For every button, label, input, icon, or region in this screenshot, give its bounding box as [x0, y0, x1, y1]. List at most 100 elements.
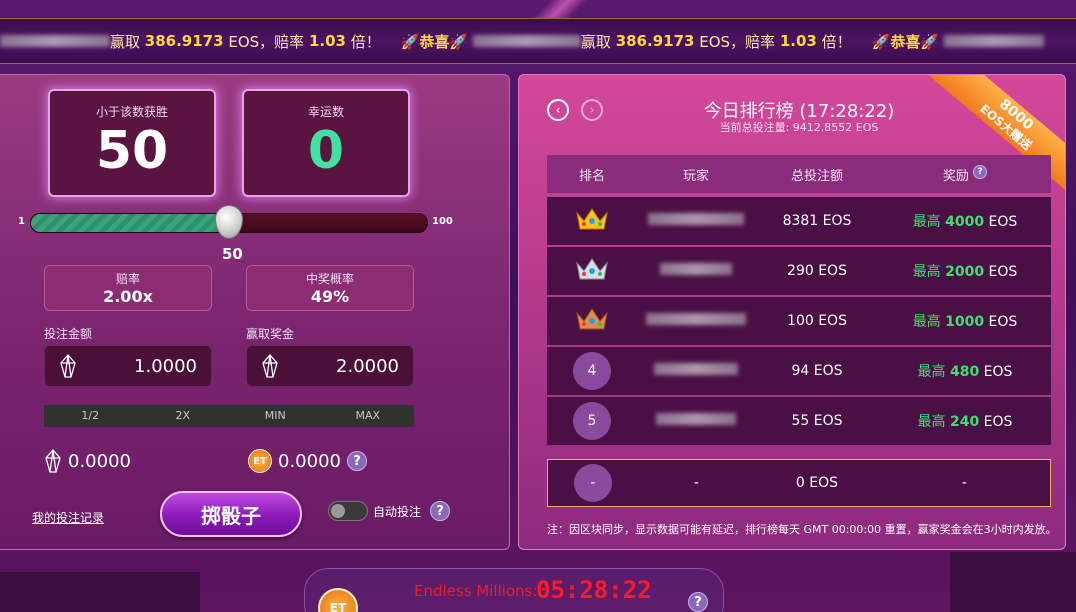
et-coin-icon: ET — [248, 449, 272, 473]
under-number-value: 50 — [95, 121, 169, 181]
player-cell — [637, 363, 755, 379]
header-reward-label: 奖励 — [942, 168, 969, 184]
bet-cell: 290 EOS — [787, 263, 847, 279]
leaderboard-panel: ‹ › 今日排行榜 (17:28:22) 当前总投注量: 9412.8552 E… — [518, 74, 1066, 550]
payout-label: 赢取奖金 — [246, 327, 295, 341]
rank-cell — [547, 305, 637, 337]
eos-icon — [60, 354, 76, 378]
under-number-label: 小于该数获胜 — [95, 105, 168, 119]
my-bet: 0 EOS — [795, 475, 838, 491]
reward-amount: 240 — [950, 414, 980, 430]
ticker-win-label: 赢取 — [110, 32, 141, 51]
gold-crown-icon — [576, 208, 608, 230]
blurred-username — [943, 35, 1044, 47]
help-icon[interactable]: ? — [688, 592, 708, 612]
odds-label: 赔率 — [115, 272, 140, 286]
reward-prefix: 最高 — [912, 314, 946, 330]
my-bets-link[interactable]: 我的投注记录 — [32, 509, 104, 526]
ticker-congrats: 🚀恭喜🚀 — [871, 32, 939, 51]
player-cell — [637, 413, 755, 429]
odds-box: 赔率 2.00x — [44, 265, 212, 311]
et-balance-value: 0.0000 — [278, 450, 341, 472]
reward-unit: EOS — [979, 364, 1013, 380]
win-rate-value: 49% — [310, 287, 350, 306]
header-reward: 奖励 ? — [879, 164, 1051, 184]
ticker-item: 🚀恭喜🚀 — [872, 31, 1044, 52]
ticker-suffix: 倍！ — [821, 32, 852, 51]
double-button[interactable]: 2X — [137, 405, 230, 427]
under-number-box: 小于该数获胜 50 — [48, 89, 216, 197]
table-row: 5 55 EOS 最高 240 EOS — [547, 397, 1051, 445]
reward-prefix: 最高 — [917, 364, 950, 380]
win-ticker: 赢取 386.9173 EOS，赔率 1.03 倍！ 🚀恭喜🚀 赢取 386.9… — [0, 18, 1076, 64]
help-icon[interactable]: ? — [346, 451, 367, 471]
blurred-player-name — [648, 213, 744, 225]
bronze-crown-icon — [576, 308, 608, 330]
bet-amount-input[interactable]: 1.0000 — [44, 345, 212, 387]
blurred-username — [0, 35, 110, 47]
ticker-congrats: 🚀恭喜🚀 — [400, 32, 469, 51]
bet-amount-value: 1.0000 — [134, 355, 197, 377]
table-row: 100 EOS 最高 1000 EOS — [547, 297, 1051, 345]
win-rate-label: 中奖概率 — [305, 272, 354, 286]
rank-number: 4 — [573, 352, 611, 390]
auto-bet-label: 自动投注 — [373, 505, 422, 519]
slider-handle[interactable] — [215, 205, 243, 239]
endless-millions-label: Endless Millions: — [414, 582, 538, 600]
city-silhouette — [950, 552, 1076, 612]
eos-icon — [45, 449, 61, 473]
silver-crown-icon — [576, 258, 608, 280]
reward-cell: 最高 1000 EOS — [879, 311, 1051, 331]
reward-cell: 最高 2000 EOS — [879, 261, 1051, 281]
table-row: 8381 EOS 最高 4000 EOS — [547, 197, 1051, 245]
my-player: - — [693, 475, 699, 491]
leaderboard-header: 排名 玩家 总投注额 奖励 ? — [547, 155, 1051, 193]
slider-value-label: 50 — [222, 245, 243, 263]
help-icon[interactable]: ? — [973, 164, 988, 179]
my-rank: - — [573, 464, 612, 502]
slider-remaining — [228, 214, 427, 232]
min-button[interactable]: MIN — [229, 405, 322, 427]
ticker-odds: 1.03 — [308, 32, 346, 50]
blurred-player-name — [660, 263, 732, 275]
header-player: 玩家 — [682, 168, 709, 184]
half-button[interactable]: 1/2 — [44, 405, 137, 427]
ticker-suffix: 倍！ — [350, 32, 381, 51]
ticker-unit: EOS，赔率 — [699, 32, 776, 51]
reward-unit: EOS — [984, 214, 1018, 230]
player-cell — [637, 263, 755, 279]
player-cell — [637, 313, 755, 329]
toggle-knob — [331, 504, 345, 518]
rank-cell: - — [548, 464, 638, 502]
lucky-number-value: 0 — [307, 121, 345, 181]
reward-cell: 最高 240 EOS — [879, 411, 1051, 431]
rank-cell — [547, 255, 637, 287]
help-icon[interactable]: ? — [430, 501, 450, 521]
reward-amount: 4000 — [945, 214, 985, 230]
header-rank: 排名 — [578, 168, 605, 184]
blurred-username — [472, 35, 581, 47]
reward-unit: EOS — [979, 414, 1013, 430]
ticker-item: 赢取 386.9173 EOS，赔率 1.03 倍！ — [0, 31, 381, 52]
payout-display: 2.0000 — [246, 345, 414, 387]
reward-prefix: 最高 — [917, 414, 950, 430]
slider-fill — [31, 214, 230, 232]
payout-value: 2.0000 — [336, 355, 399, 377]
roll-dice-button[interactable]: 掷骰子 — [160, 491, 302, 537]
rank-cell: 5 — [547, 402, 637, 440]
slider-max-label: 100 — [432, 216, 453, 227]
leaderboard-rows: 8381 EOS 最高 4000 EOS 290 EOS 最高 2000 EOS — [547, 197, 1051, 447]
blurred-player-name — [646, 313, 746, 325]
eos-balance-value: 0.0000 — [68, 450, 131, 472]
eos-icon — [262, 354, 278, 378]
auto-bet-toggle[interactable] — [328, 501, 368, 521]
city-silhouette — [0, 572, 200, 612]
bet-cell: 55 EOS — [791, 413, 843, 429]
reward-unit: EOS — [984, 264, 1018, 280]
quick-amount-bar: 1/2 2X MIN MAX — [44, 405, 414, 427]
my-rank-row: - - 0 EOS - — [547, 459, 1051, 507]
et-balance: ET 0.0000 ? — [248, 449, 367, 473]
reward-cell: 最高 480 EOS — [879, 361, 1051, 381]
reward-amount: 1000 — [945, 314, 985, 330]
max-button[interactable]: MAX — [322, 405, 415, 427]
